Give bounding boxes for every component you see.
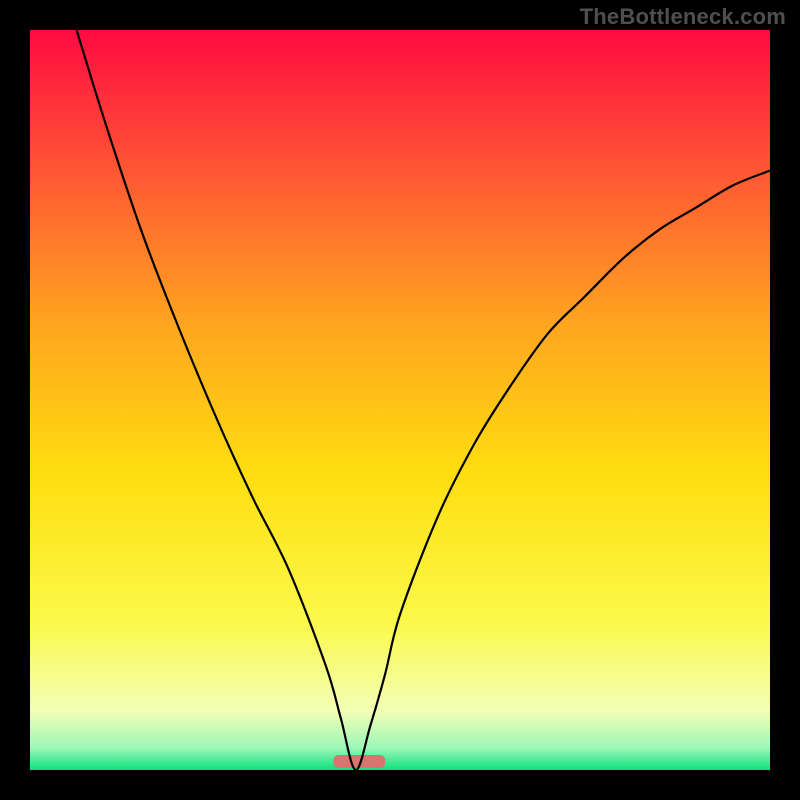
plot-area bbox=[30, 30, 770, 770]
bottleneck-chart bbox=[30, 30, 770, 770]
gradient-background bbox=[30, 30, 770, 770]
chart-frame: TheBottleneck.com bbox=[0, 0, 800, 800]
watermark-text: TheBottleneck.com bbox=[580, 4, 786, 30]
